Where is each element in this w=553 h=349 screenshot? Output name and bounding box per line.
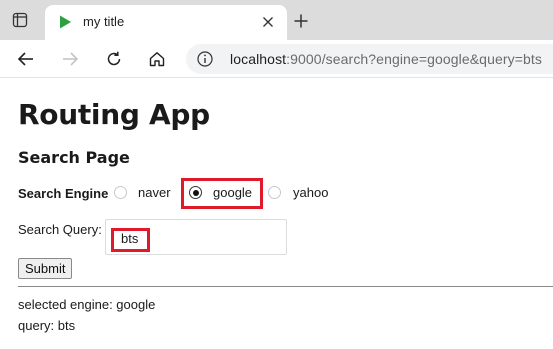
url-path: :9000/search?engine=google&query=bts: [286, 51, 542, 67]
page-content: Routing App Search Page Search Engine na…: [0, 78, 553, 349]
search-engine-label: Search Engine: [18, 186, 109, 201]
submit-button[interactable]: Submit: [18, 258, 73, 279]
radio-label-naver[interactable]: naver: [138, 185, 171, 200]
radio-naver[interactable]: [114, 186, 127, 199]
tab-actions-icon[interactable]: [10, 10, 30, 30]
page-title: Routing App: [18, 98, 210, 131]
selected-engine-text: selected engine: google: [18, 297, 156, 312]
search-query-label: Search Query:: [18, 222, 102, 237]
close-icon[interactable]: [259, 13, 277, 31]
back-arrow-icon[interactable]: [14, 47, 38, 71]
play-triangle-icon: [57, 14, 73, 30]
radio-google[interactable]: [189, 186, 202, 199]
plus-icon[interactable]: [291, 11, 311, 31]
query-result-text: query: bts: [18, 318, 76, 333]
search-query-value: bts: [121, 231, 139, 246]
info-icon[interactable]: [196, 50, 214, 68]
url-host: localhost: [230, 51, 287, 67]
forward-arrow-icon[interactable]: [58, 47, 82, 71]
address-bar[interactable]: localhost:9000/search?engine=google&quer…: [186, 44, 553, 74]
url-text[interactable]: localhost:9000/search?engine=google&quer…: [230, 51, 542, 67]
page-subtitle: Search Page: [18, 148, 130, 167]
tab-bar: my title: [0, 0, 553, 40]
radio-label-yahoo[interactable]: yahoo: [293, 185, 328, 200]
radio-label-google[interactable]: google: [213, 185, 252, 200]
browser-tab[interactable]: my title: [45, 5, 287, 40]
radio-yahoo[interactable]: [268, 186, 281, 199]
home-icon[interactable]: [145, 47, 169, 71]
tab-title: my title: [83, 14, 125, 29]
refresh-icon[interactable]: [102, 47, 126, 71]
divider: [18, 286, 553, 287]
